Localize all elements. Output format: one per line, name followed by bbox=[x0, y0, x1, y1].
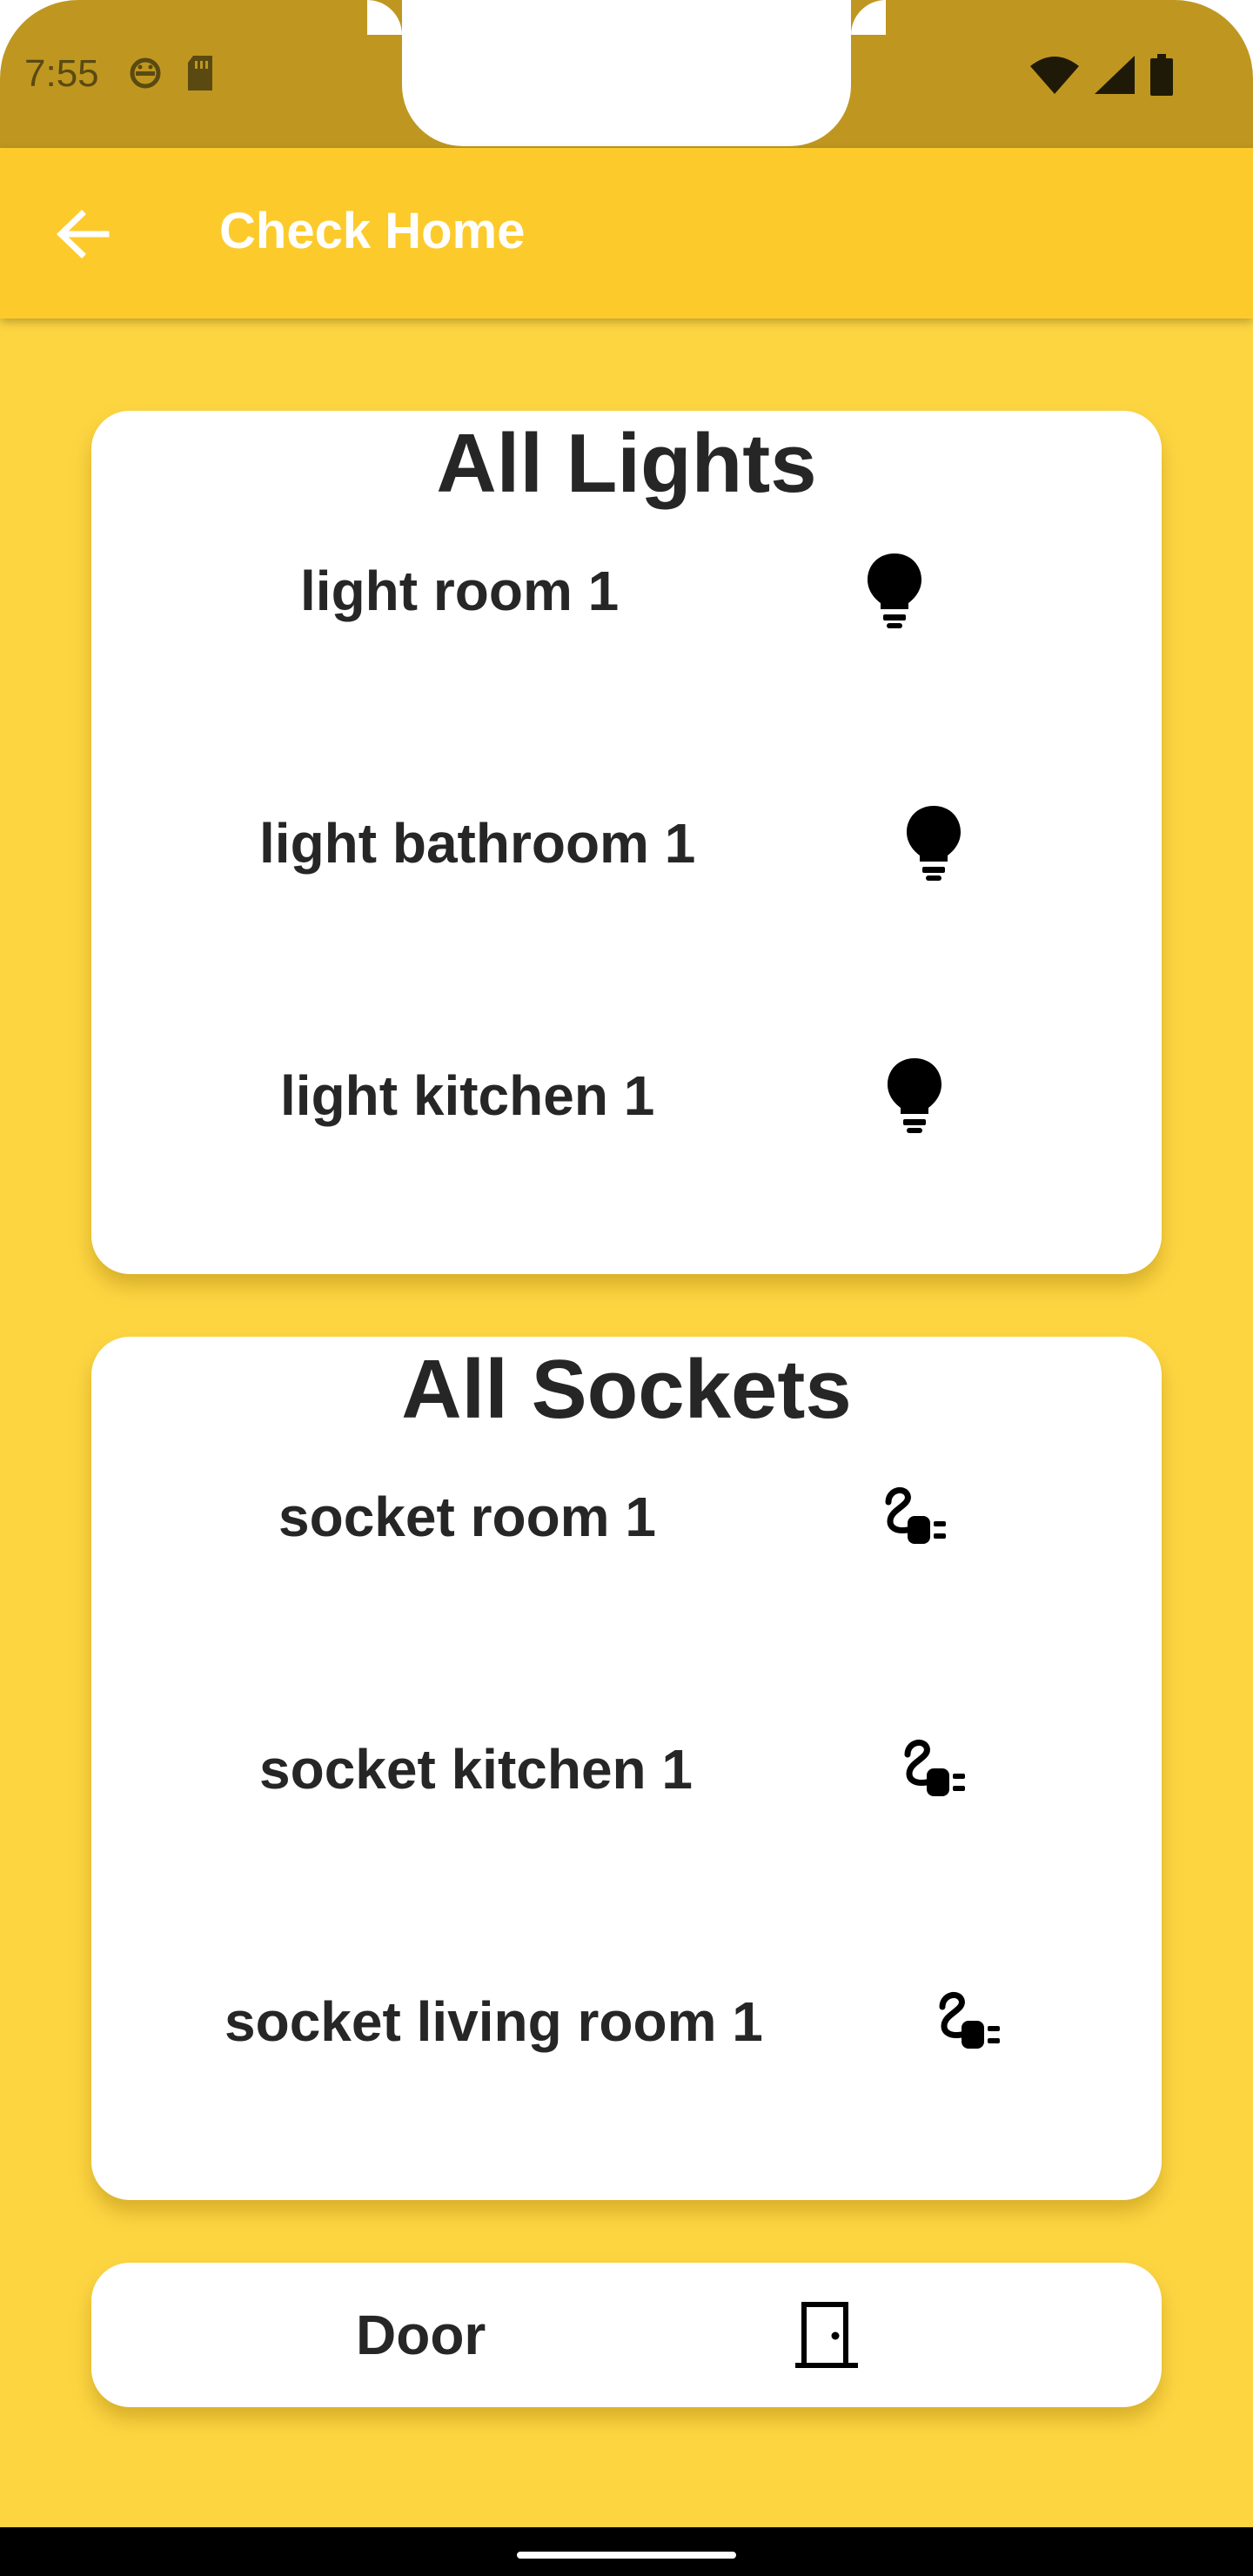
sockets-card-title: All Sockets bbox=[401, 1343, 852, 1436]
android-debug-icon bbox=[129, 54, 162, 97]
screen-corner bbox=[1175, 0, 1253, 78]
lightbulb-icon[interactable] bbox=[886, 1057, 943, 1139]
wifi-icon bbox=[1030, 56, 1079, 98]
sockets-card: All Sockets socket room 1 socket kitchen… bbox=[91, 1337, 1162, 2200]
page-title: Check Home bbox=[219, 203, 526, 259]
power-plug-icon[interactable] bbox=[935, 1988, 1005, 2055]
lightbulb-icon[interactable] bbox=[866, 552, 923, 634]
socket-item-label: socket living room 1 bbox=[224, 1990, 763, 2053]
door-icon bbox=[792, 2299, 861, 2373]
status-time: 7:55 bbox=[24, 52, 99, 95]
arrow-left-icon bbox=[52, 210, 113, 268]
lightbulb-icon[interactable] bbox=[905, 804, 962, 887]
door-label: Door bbox=[356, 2304, 486, 2366]
light-item-label: light room 1 bbox=[300, 560, 620, 622]
socket-item-label: socket room 1 bbox=[278, 1486, 656, 1548]
notch-edge bbox=[367, 0, 402, 35]
display-notch bbox=[402, 0, 851, 146]
light-item-label: light bathroom 1 bbox=[259, 812, 696, 875]
back-button[interactable] bbox=[52, 204, 113, 265]
door-button[interactable]: Door bbox=[91, 2263, 1162, 2407]
notch-edge bbox=[851, 0, 886, 35]
lights-card: All Lights light room 1 light bathroom 1… bbox=[91, 411, 1162, 1274]
home-gesture-handle[interactable] bbox=[517, 2552, 736, 2559]
light-item-label: light kitchen 1 bbox=[280, 1064, 655, 1127]
app-bar: Check Home bbox=[0, 148, 1253, 319]
status-bar: 7:55 bbox=[0, 0, 1253, 148]
system-nav-bar bbox=[0, 2527, 1253, 2576]
battery-icon bbox=[1150, 54, 1173, 100]
socket-item-label: socket kitchen 1 bbox=[259, 1738, 693, 1801]
power-plug-icon[interactable] bbox=[901, 1735, 970, 1802]
lights-card-title: All Lights bbox=[436, 417, 817, 510]
cell-signal-icon bbox=[1095, 56, 1135, 98]
power-plug-icon[interactable] bbox=[881, 1483, 951, 1550]
sd-card-icon bbox=[184, 54, 216, 97]
